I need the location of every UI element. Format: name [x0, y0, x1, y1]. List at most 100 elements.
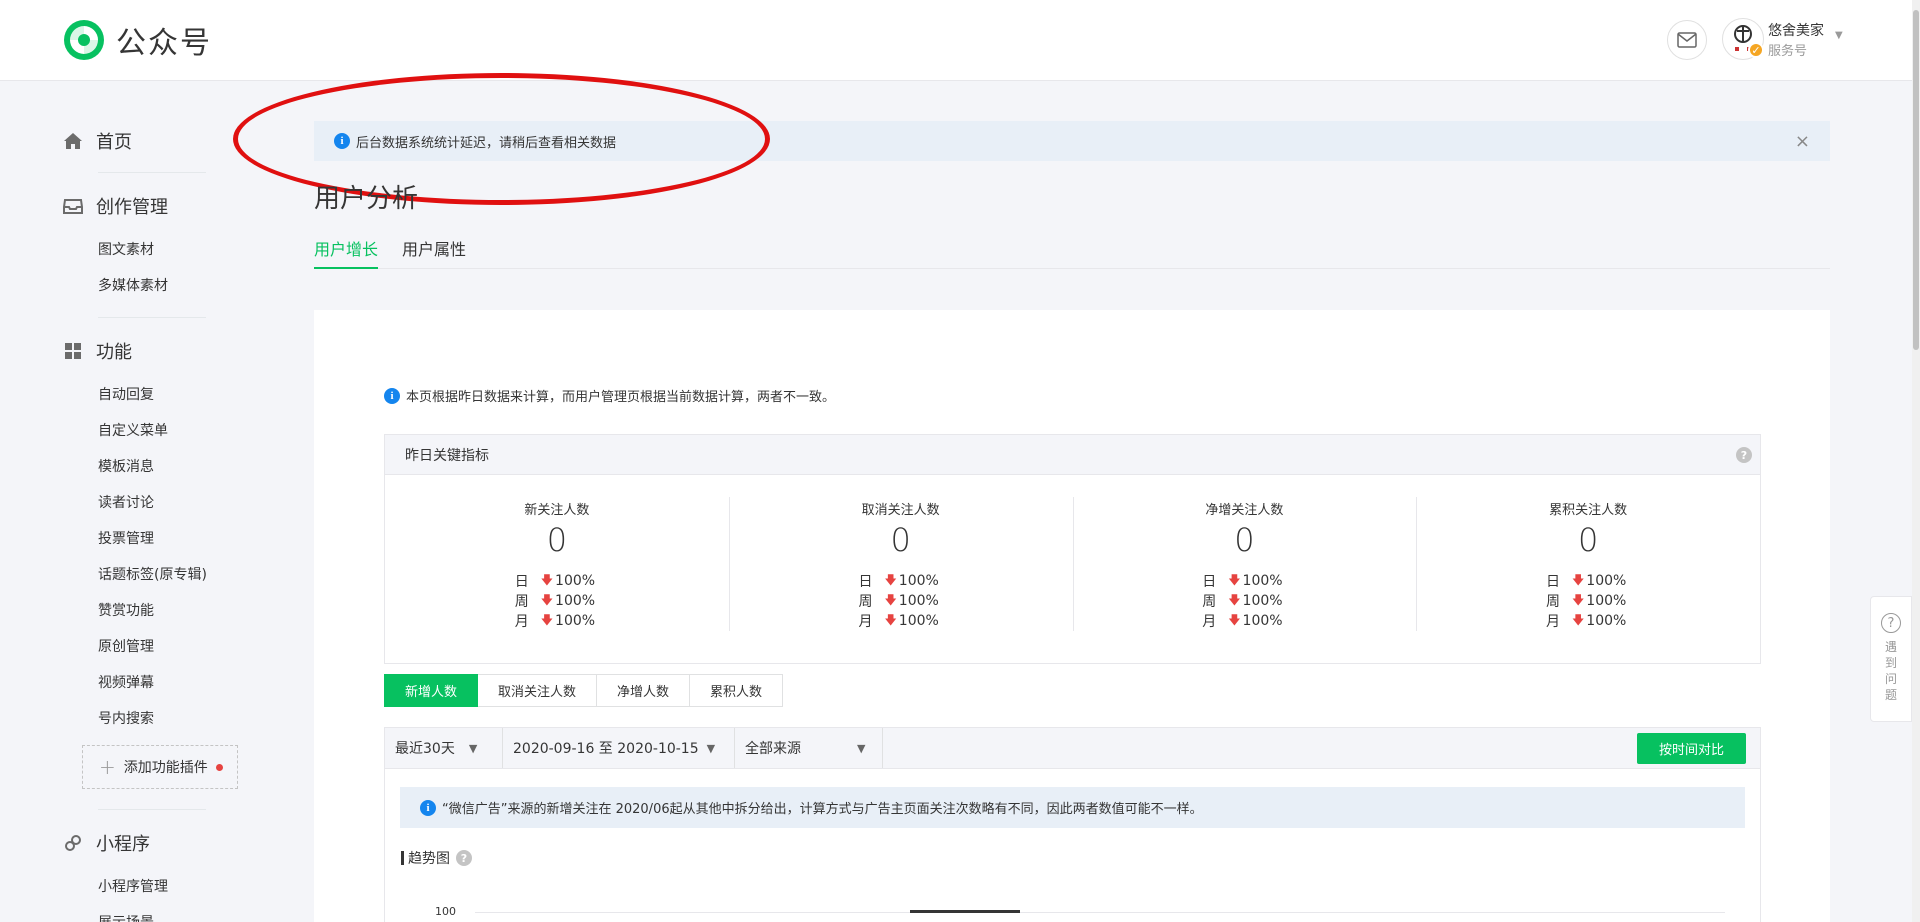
- kpi-period: 周: [858, 594, 873, 610]
- kpi-period: 日: [514, 574, 529, 590]
- caret-down-icon: ▼: [468, 741, 478, 755]
- kpi-change: 100%: [898, 573, 939, 589]
- arrow-down-icon: 🡇: [1228, 612, 1241, 627]
- segment-unfollow[interactable]: 取消关注人数: [478, 674, 598, 707]
- arrow-down-icon: 🡇: [1571, 592, 1585, 607]
- sidebar-item-custom-menu[interactable]: 自定义菜单: [98, 420, 168, 440]
- period-select[interactable]: 最近30天 ▼: [385, 727, 503, 769]
- trend-title-text: 趋势图: [408, 851, 450, 867]
- sidebar-item-vote[interactable]: 投票管理: [98, 528, 154, 548]
- kpi-new-follow: 新关注人数 0 日 🡇 100% 周 🡇 100% 月 🡇 100%: [385, 475, 729, 663]
- card-tip-text: 本页根据昨日数据来计算，而用户管理页根据当前数据计算，两者不一致。: [406, 390, 836, 405]
- floating-help-text: 遇到问题: [1884, 640, 1897, 702]
- sidebar-item-media-material[interactable]: 多媒体素材: [98, 275, 168, 295]
- arrow-down-icon: 🡇: [1571, 612, 1585, 627]
- sidebar-item-news-material[interactable]: 图文素材: [98, 239, 154, 259]
- sidebar-item-miniprogram-manage[interactable]: 小程序管理: [98, 876, 168, 896]
- kpi-row: 日 🡇 100%: [1546, 571, 1626, 591]
- kpi-row: 月 🡇 100%: [858, 611, 938, 631]
- grid-icon: [65, 343, 81, 359]
- sidebar-item-miniprogram[interactable]: 小程序: [62, 830, 150, 856]
- account-type: 服务号: [1768, 44, 1808, 59]
- segment-new-users[interactable]: 新增人数: [384, 674, 479, 707]
- kpi-rows: 日 🡇 100% 周 🡇 100% 月 🡇 100%: [1546, 571, 1626, 631]
- segment-total[interactable]: 累积人数: [690, 674, 784, 707]
- chart-note: i “微信广告”来源的新增关注在 2020/06起从其他中拆分给出，计算方式与广…: [400, 787, 1745, 828]
- kpi-period: 日: [1545, 574, 1560, 590]
- verified-badge-icon: ✓: [1748, 42, 1764, 58]
- scrollbar-thumb[interactable]: [1913, 10, 1919, 350]
- sidebar: 首页 创作管理 图文素材 多媒体素材 功能 自动回复 自定义菜单 模板消息 读者…: [0, 82, 240, 922]
- title-bar: [401, 851, 404, 865]
- date-range-picker[interactable]: 2020-09-16 至 2020-10-15 ▼: [503, 727, 735, 769]
- kpi-total-follow: 累积关注人数 0 日 🡇 100% 周 🡇 100% 月 🡇 100%: [1416, 475, 1760, 663]
- page-title: 用户分析: [314, 184, 419, 214]
- arrow-down-icon: 🡇: [1571, 572, 1585, 587]
- sidebar-item-features[interactable]: 功能: [62, 338, 132, 364]
- sidebar-item-home[interactable]: 首页: [62, 128, 132, 154]
- kpi-change: 100%: [1242, 613, 1283, 629]
- sidebar-item-reward[interactable]: 赞赏功能: [98, 600, 154, 620]
- segment-net[interactable]: 净增人数: [597, 674, 691, 707]
- metric-segment-group: 新增人数 取消关注人数 净增人数 累积人数: [384, 674, 784, 707]
- kpi-columns: 新关注人数 0 日 🡇 100% 周 🡇 100% 月 🡇 100% 取消关注人数 0 日 🡇…: [385, 475, 1760, 663]
- kpi-period: 周: [514, 594, 529, 610]
- sidebar-item-video-danmaku[interactable]: 视频弹幕: [98, 672, 154, 692]
- trend-chart-area: i “微信广告”来源的新增关注在 2020/06起从其他中拆分给出，计算方式与广…: [384, 768, 1761, 922]
- red-dot-icon: [215, 763, 223, 771]
- logo-text: 公众号: [116, 26, 212, 61]
- trend-title: 趋势图 ?: [401, 848, 472, 868]
- sidebar-item-display-scene[interactable]: 展示场景: [98, 912, 154, 922]
- arrow-down-icon: 🡇: [884, 612, 897, 627]
- sidebar-item-topic-tag[interactable]: 话题标签(原专辑): [98, 564, 207, 584]
- tab-user-attributes[interactable]: 用户属性: [402, 236, 466, 269]
- analysis-card: i 本页根据昨日数据来计算，而用户管理页根据当前数据计算，两者不一致。 昨日关键…: [314, 310, 1830, 922]
- kpi-rows: 日 🡇 100% 周 🡇 100% 月 🡇 100%: [1202, 571, 1282, 631]
- caret-down-icon: ▼: [857, 741, 866, 755]
- account-name[interactable]: 悠舍美家: [1768, 20, 1824, 40]
- help-icon[interactable]: ?: [456, 850, 472, 866]
- kpi-period: 月: [858, 614, 873, 630]
- kpi-row: 日 🡇 100%: [858, 571, 938, 591]
- kpi-period: 日: [1202, 574, 1217, 590]
- kpi-change: 100%: [555, 613, 596, 629]
- close-icon[interactable]: ×: [1795, 131, 1810, 152]
- sidebar-item-discussion[interactable]: 读者讨论: [98, 492, 154, 512]
- plus-icon: +: [99, 755, 116, 779]
- inbox-icon: [63, 199, 83, 214]
- caret-down-icon[interactable]: ▼: [1835, 30, 1843, 41]
- kpi-panel: 昨日关键指标 ? 新关注人数 0 日 🡇 100% 周 🡇 100% 月 🡇 100% 取消…: [384, 434, 1761, 664]
- filter-bar: 最近30天 ▼ 2020-09-16 至 2020-10-15 ▼ 全部来源 ▼…: [384, 727, 1761, 769]
- kpi-header: 昨日关键指标 ?: [385, 435, 1760, 475]
- sidebar-divider: [98, 317, 206, 318]
- kpi-period: 月: [514, 614, 529, 630]
- card-tip: i 本页根据昨日数据来计算，而用户管理页根据当前数据计算，两者不一致。: [384, 386, 835, 405]
- sidebar-item-original[interactable]: 原创管理: [98, 636, 154, 656]
- compare-by-time-button[interactable]: 按时间对比: [1636, 733, 1746, 764]
- sidebar-item-auto-reply[interactable]: 自动回复: [98, 384, 154, 404]
- kpi-period: 周: [1545, 594, 1560, 610]
- kpi-change: 100%: [555, 593, 596, 609]
- sidebar-item-template-msg[interactable]: 模板消息: [98, 456, 154, 476]
- kpi-label: 累积关注人数: [1549, 503, 1628, 518]
- arrow-down-icon: 🡇: [540, 592, 554, 607]
- kpi-label: 取消关注人数: [861, 503, 940, 518]
- kpi-unfollow: 取消关注人数 0 日 🡇 100% 周 🡇 100% 月 🡇 100%: [728, 475, 1073, 663]
- source-select[interactable]: 全部来源 ▼: [735, 727, 883, 769]
- chart-gridline: [475, 912, 1725, 913]
- sidebar-item-search[interactable]: 号内搜索: [98, 708, 154, 728]
- kpi-row: 周 🡇 100%: [858, 591, 938, 611]
- home-icon: [64, 133, 82, 149]
- floating-help-button[interactable]: ? 遇到问题: [1870, 596, 1912, 722]
- help-icon[interactable]: ?: [1736, 447, 1752, 463]
- add-plugin-button[interactable]: + 添加功能插件: [82, 745, 238, 789]
- tab-user-growth[interactable]: 用户增长: [314, 236, 379, 269]
- add-plugin-label: 添加功能插件: [123, 760, 208, 776]
- logo[interactable]: 公众号: [62, 18, 212, 62]
- kpi-period: 周: [1202, 594, 1217, 610]
- sidebar-item-content[interactable]: 创作管理: [62, 193, 168, 219]
- mail-button[interactable]: [1667, 20, 1707, 60]
- kpi-period: 月: [1545, 614, 1560, 630]
- kpi-row: 周 🡇 100%: [1546, 591, 1626, 611]
- kpi-row: 周 🡇 100%: [515, 591, 595, 611]
